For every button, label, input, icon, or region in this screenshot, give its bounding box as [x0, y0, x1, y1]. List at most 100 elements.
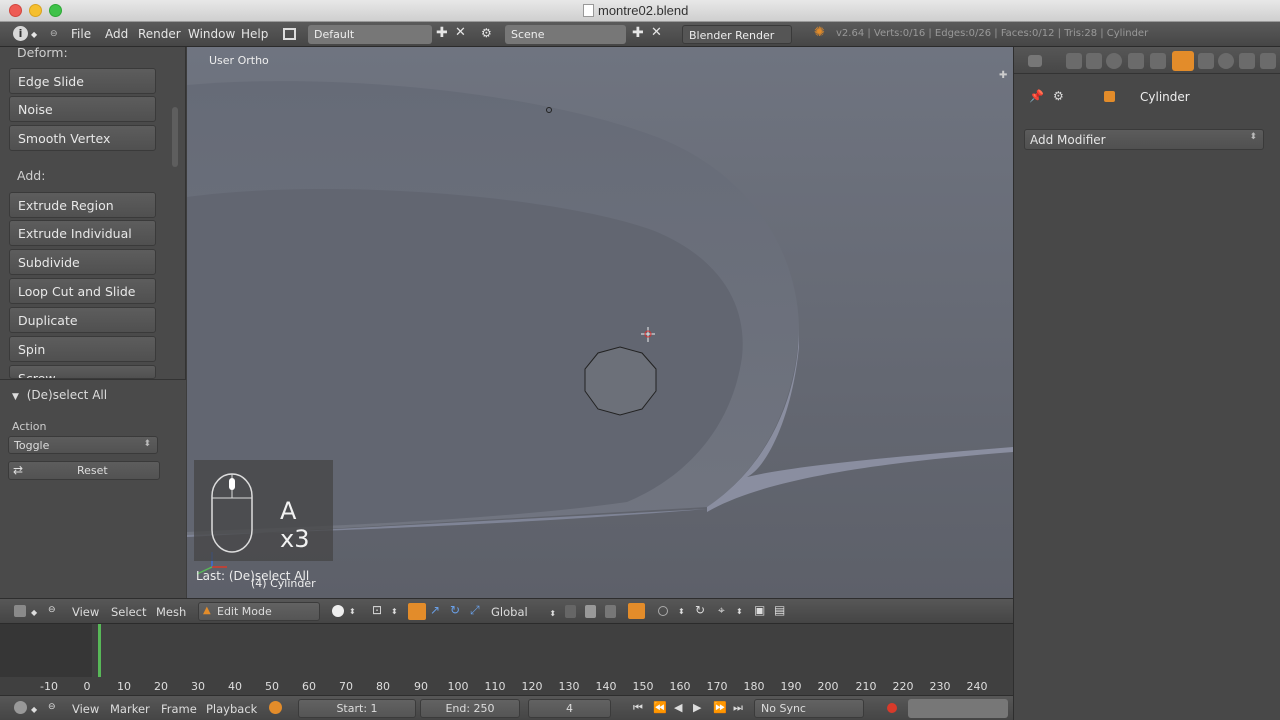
translate-manipulator-icon[interactable]: ↗	[430, 603, 440, 617]
record-icon[interactable]	[887, 703, 897, 713]
render-tab-icon[interactable]	[1066, 53, 1082, 69]
pin-icon[interactable]: 📌	[1029, 89, 1044, 103]
editor-type-dropdown-icon[interactable]: ◆	[31, 30, 37, 39]
transform-orientation-dropdown[interactable]: Global ⬍	[491, 605, 556, 619]
menu-render[interactable]: Render	[138, 27, 181, 41]
data-tab-icon[interactable]	[1198, 53, 1214, 69]
scene-tab-icon[interactable]	[1086, 53, 1102, 69]
timeline-editor[interactable]: -10 0 10 20 30 40 50 60 70 80 90 100 110…	[0, 623, 1013, 695]
pivot-point-icon[interactable]: ⊡	[372, 603, 382, 617]
maximize-window-button[interactable]	[49, 4, 62, 17]
edge-slide-button[interactable]: Edge Slide	[9, 68, 156, 94]
collapse-menu-icon[interactable]: ⊖	[48, 605, 56, 615]
menu-frame[interactable]: Frame	[161, 702, 197, 716]
tool-shelf-scrollbar[interactable]	[172, 107, 178, 167]
cylinder-mesh-outline[interactable]	[584, 346, 657, 416]
snap-icon[interactable]: ⌖	[718, 603, 725, 618]
layer-3-icon[interactable]	[605, 605, 616, 618]
menu-add[interactable]: Add	[105, 27, 128, 41]
pivot-dropdown-icon[interactable]: ⬍	[391, 607, 398, 616]
menu-view[interactable]: View	[72, 702, 99, 716]
extrude-individual-button[interactable]: Extrude Individual	[9, 220, 156, 246]
collapse-menu-icon[interactable]: ⊖	[48, 702, 56, 712]
add-screen-icon[interactable]: ✚	[436, 25, 448, 41]
collapse-menu-icon[interactable]: ⊖	[50, 29, 58, 39]
proportional-edit-icon[interactable]	[658, 606, 668, 616]
3d-view-editor-icon[interactable]	[14, 605, 26, 617]
editor-type-icon[interactable]	[1028, 55, 1042, 67]
texture-tab-icon[interactable]	[1239, 53, 1255, 69]
select-mode-icon[interactable]	[628, 603, 645, 619]
play-reverse-icon[interactable]: ◀	[674, 701, 682, 714]
jump-to-keyframe-back-icon[interactable]: ⏪	[653, 701, 667, 714]
frame-cursor[interactable]	[98, 624, 101, 677]
extrude-region-button[interactable]: Extrude Region	[9, 192, 156, 218]
keying-set-field[interactable]	[908, 699, 1008, 718]
scale-manipulator-icon[interactable]: ⤢	[470, 603, 480, 618]
viewport-shading-icon[interactable]	[332, 605, 344, 617]
world-tab-icon[interactable]	[1106, 53, 1122, 69]
duplicate-button[interactable]: Duplicate	[9, 307, 156, 333]
add-modifier-dropdown[interactable]: Add Modifier ⬍	[1024, 129, 1264, 150]
screen-layout-field[interactable]: Default	[308, 25, 432, 44]
close-window-button[interactable]	[9, 4, 22, 17]
keying-set-icon[interactable]	[269, 701, 282, 714]
timeline-ruler[interactable]: -10 0 10 20 30 40 50 60 70 80 90 100 110…	[0, 678, 1013, 696]
spin-button[interactable]: Spin	[9, 336, 156, 362]
loop-cut-and-slide-button[interactable]: Loop Cut and Slide	[9, 278, 156, 304]
panel-expand-icon[interactable]: ✚	[999, 71, 1009, 81]
jump-to-start-icon[interactable]: ⏮	[633, 701, 643, 715]
info-editor-icon[interactable]: i	[13, 26, 28, 41]
menu-mesh[interactable]: Mesh	[156, 605, 186, 619]
proportional-dropdown-icon[interactable]: ⬍	[678, 607, 685, 616]
snap-dropdown-icon[interactable]: ⬍	[736, 607, 743, 616]
constraints-tab-icon[interactable]	[1150, 53, 1166, 69]
editor-dropdown-icon[interactable]: ◆	[31, 608, 37, 617]
menu-help[interactable]: Help	[241, 27, 268, 41]
menu-file[interactable]: File	[71, 27, 91, 41]
menu-select[interactable]: Select	[111, 605, 146, 619]
modifiers-tab-icon[interactable]	[1172, 51, 1194, 71]
end-frame-field[interactable]: End: 250	[420, 699, 520, 718]
render-engine-dropdown[interactable]: Blender Render	[682, 25, 792, 44]
minimize-window-button[interactable]	[29, 4, 42, 17]
timeline-editor-icon[interactable]	[14, 701, 27, 714]
smooth-vertex-button[interactable]: Smooth Vertex	[9, 125, 156, 151]
start-frame-field[interactable]: Start: 1	[298, 699, 416, 718]
screen-layout-icon[interactable]	[283, 28, 296, 40]
delete-screen-icon[interactable]: ✕	[455, 25, 466, 40]
render-animation-icon[interactable]: ▤	[774, 603, 785, 617]
scene-icon[interactable]: ⚙	[481, 26, 492, 40]
manipulator-toggle-icon[interactable]	[408, 603, 426, 620]
menu-marker[interactable]: Marker	[110, 702, 150, 716]
render-preview-icon[interactable]: ▣	[754, 603, 765, 617]
menu-view[interactable]: View	[72, 605, 99, 619]
falloff-icon[interactable]: ↻	[695, 603, 705, 617]
layer-2-icon[interactable]	[585, 605, 596, 618]
material-tab-icon[interactable]	[1218, 53, 1234, 69]
shading-dropdown-icon[interactable]: ⬍	[349, 607, 356, 616]
screw-button[interactable]: Screw	[9, 365, 156, 379]
scene-field[interactable]: Scene	[505, 25, 626, 44]
menu-window[interactable]: Window	[188, 27, 235, 41]
noise-button[interactable]: Noise	[9, 96, 156, 122]
delete-scene-icon[interactable]: ✕	[651, 25, 662, 40]
layer-1-icon[interactable]	[565, 605, 576, 618]
operator-panel-header[interactable]: ▼ (De)select All	[12, 388, 107, 402]
sync-mode-dropdown[interactable]: No Sync	[754, 699, 864, 718]
subdivide-button[interactable]: Subdivide	[9, 249, 156, 275]
object-tab-icon[interactable]	[1128, 53, 1144, 69]
rotate-manipulator-icon[interactable]: ↻	[450, 603, 460, 617]
play-icon[interactable]: ▶	[693, 701, 701, 714]
add-scene-icon[interactable]: ✚	[632, 25, 644, 41]
menu-playback[interactable]: Playback	[206, 702, 257, 716]
reset-button[interactable]: ⇄ Reset	[8, 461, 160, 480]
mode-dropdown[interactable]: ▲ Edit Mode	[198, 602, 320, 621]
editor-dropdown-icon[interactable]: ◆	[31, 705, 37, 714]
physics-tab-icon[interactable]	[1260, 53, 1276, 69]
jump-to-keyframe-forward-icon[interactable]: ⏩	[713, 701, 727, 714]
3d-viewport[interactable]: User Ortho ✚ A x3 Last: (De)select All (…	[187, 47, 1013, 598]
current-frame-field[interactable]: 4	[528, 699, 611, 718]
action-dropdown[interactable]: Toggle ⬍	[8, 436, 158, 454]
jump-to-end-icon[interactable]: ⏭	[733, 701, 743, 715]
